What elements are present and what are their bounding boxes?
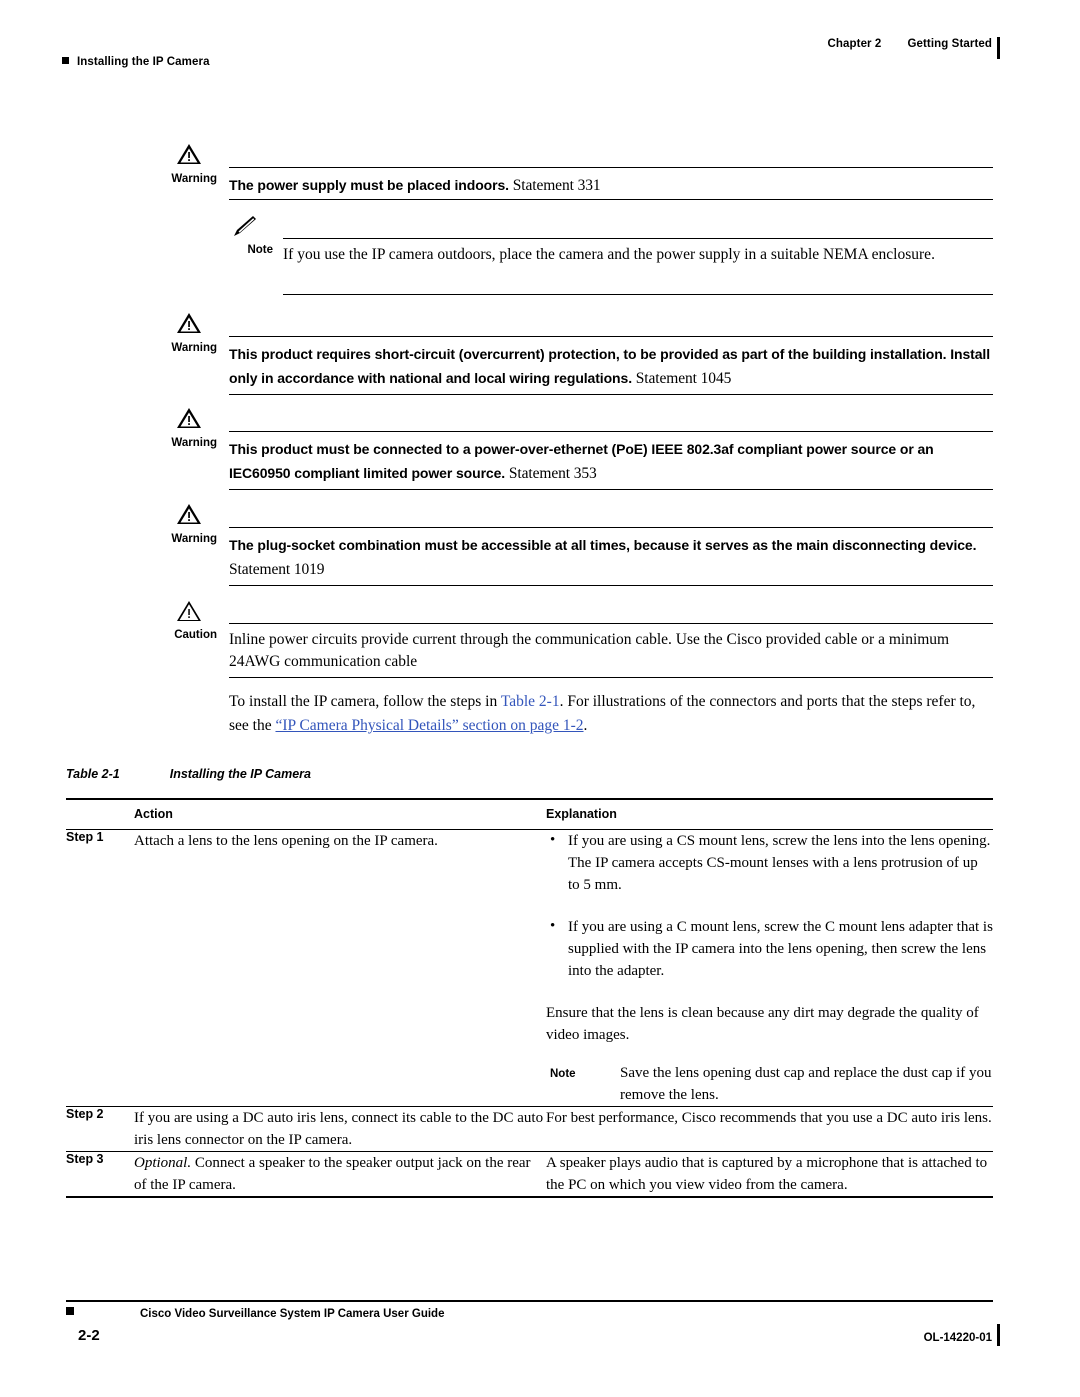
admonition-label: Warning <box>171 173 217 185</box>
intro-text-1: To install the IP camera, follow the ste… <box>229 693 501 710</box>
installation-steps-table: Action Explanation Step 1 Attach a lens … <box>66 798 993 1198</box>
inline-note: Note Save the lens opening dust cap and … <box>546 1062 993 1106</box>
divider <box>229 394 993 395</box>
admonition-statement: Statement 353 <box>508 465 597 482</box>
admonition-text: Inline power circuits provide current th… <box>229 631 950 670</box>
admonition-bold-text: This product requires short-circuit (ove… <box>229 346 990 386</box>
explanation-cell: If you are using a CS mount lens, screw … <box>546 829 993 1107</box>
divider <box>283 238 993 239</box>
explanation-cell: For best performance, Cisco recommends t… <box>546 1106 993 1152</box>
table-caption-number: Table 2-1 <box>66 767 120 781</box>
column-header-step <box>66 798 134 830</box>
table-cross-reference-link[interactable]: Table 2-1 <box>501 693 560 710</box>
admonition-text: The plug-socket combination must be acce… <box>229 533 993 582</box>
divider <box>229 585 993 586</box>
action-text: Connect a speaker to the speaker output … <box>134 1155 531 1193</box>
action-cell: Attach a lens to the lens opening on the… <box>134 833 438 849</box>
table-row: Step 2 If you are using a DC auto iris l… <box>66 1106 993 1152</box>
header-running-title: Installing the IP Camera <box>62 56 210 68</box>
header-vertical-bar <box>997 37 1000 59</box>
header-chapter-info: Chapter 2 Getting Started <box>827 38 992 50</box>
header-left-text: Installing the IP Camera <box>77 56 210 68</box>
list-item: If you are using a CS mount lens, screw … <box>546 829 993 896</box>
header-chapter-title: Getting Started <box>907 38 992 50</box>
divider <box>229 623 993 624</box>
section-cross-reference-link[interactable]: “IP Camera Physical Details” section on … <box>275 717 583 734</box>
warning-triangle-icon <box>177 408 201 428</box>
black-square-icon <box>66 1307 74 1315</box>
list-item: If you are using a C mount lens, screw t… <box>546 915 993 982</box>
page-number: 2-2 <box>78 1327 100 1344</box>
explanation-cell: A speaker plays audio that is captured b… <box>546 1151 993 1197</box>
step-label: Step 1 <box>66 830 104 844</box>
footer-document-id: OL-14220-01 <box>923 1332 992 1344</box>
table-row: Step 1 Attach a lens to the lens opening… <box>66 829 993 1107</box>
admonition-label: Warning <box>171 437 217 449</box>
divider <box>229 489 993 490</box>
step-label: Step 3 <box>66 1151 134 1197</box>
action-cell: Optional. Connect a speaker to the speak… <box>134 1151 546 1197</box>
admonition-label: Warning <box>171 342 217 354</box>
admonition-bold-text: The plug-socket combination must be acce… <box>229 537 977 553</box>
column-header-action: Action <box>134 798 546 830</box>
inline-note-text: Save the lens opening dust cap and repla… <box>620 1065 992 1103</box>
admonition-text: This product must be connected to a powe… <box>229 437 993 486</box>
admonition-text: This product requires short-circuit (ove… <box>229 342 993 391</box>
intro-paragraph: To install the IP camera, follow the ste… <box>229 690 993 738</box>
divider <box>229 677 993 678</box>
admonition-statement: Statement 1019 <box>229 561 325 578</box>
divider <box>229 199 993 200</box>
step-label: Step 2 <box>66 1106 134 1152</box>
footer-divider <box>66 1300 993 1302</box>
divider <box>229 167 993 168</box>
note-pencil-icon <box>234 216 256 236</box>
intro-text-3: . <box>583 717 588 734</box>
admonition-label: Caution <box>174 629 217 641</box>
admonition-bold-text: The power supply must be placed indoors. <box>229 177 509 193</box>
admonition-statement: Statement 331 <box>512 177 601 194</box>
page-footer: Cisco Video Surveillance System IP Camer… <box>0 1300 1080 1370</box>
table-row: Step 3 Optional. Connect a speaker to th… <box>66 1151 993 1197</box>
warning-triangle-icon <box>177 313 201 333</box>
table-caption: Table 2-1 Installing the IP Camera <box>66 767 311 781</box>
admonition-text: If you use the IP camera outdoors, place… <box>283 246 935 263</box>
divider <box>229 431 993 432</box>
action-cell: If you are using a DC auto iris lens, co… <box>134 1106 546 1152</box>
admonition-label: Warning <box>171 533 217 545</box>
caution-triangle-icon <box>177 601 201 621</box>
warning-triangle-icon <box>177 504 201 524</box>
action-emphasis: Optional. <box>134 1155 192 1171</box>
explanation-bullet-list: If you are using a CS mount lens, screw … <box>546 829 993 982</box>
admonition-statement: Statement 1045 <box>635 370 732 387</box>
footer-document-title: Cisco Video Surveillance System IP Camer… <box>140 1308 445 1320</box>
header-chapter-number: Chapter 2 <box>827 38 882 50</box>
table-caption-title: Installing the IP Camera <box>169 767 311 781</box>
inline-note-label: Note <box>550 1068 576 1080</box>
admonition-text: The power supply must be placed indoors.… <box>229 173 993 198</box>
admonition-label: Note <box>247 244 273 256</box>
divider <box>283 294 993 295</box>
page-header: Installing the IP Camera Chapter 2 Gettin… <box>0 30 1080 80</box>
footer-vertical-bar <box>997 1324 1000 1346</box>
warning-triangle-icon <box>177 144 201 164</box>
black-square-icon <box>62 57 69 64</box>
divider <box>229 336 993 337</box>
divider <box>229 527 993 528</box>
column-header-explanation: Explanation <box>546 798 993 830</box>
explanation-paragraph: Ensure that the lens is clean because an… <box>546 1005 979 1043</box>
table-header: Action Explanation <box>66 798 993 830</box>
